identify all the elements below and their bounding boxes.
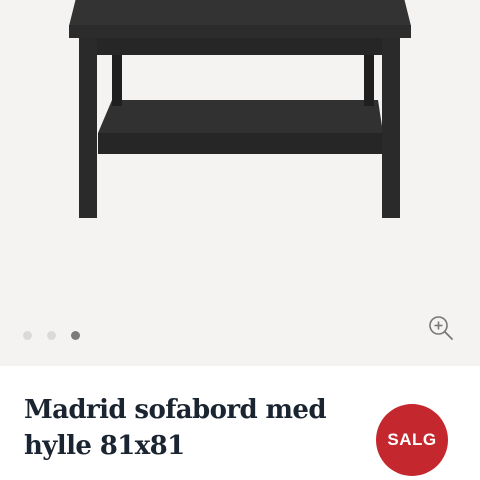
- table-front-leg-right: [382, 36, 400, 218]
- product-info: Madrid sofabord med hylle 81x81 SALG: [0, 366, 480, 480]
- table-shelf-top: [98, 100, 383, 133]
- table-apron: [97, 38, 382, 55]
- product-title: Madrid sofabord med hylle 81x81: [24, 395, 327, 461]
- carousel-dot[interactable]: [23, 330, 32, 340]
- table-top-surface: [69, 0, 411, 26]
- table-front-leg-left: [79, 36, 97, 218]
- carousel-dots: [23, 329, 80, 341]
- table-top-edge: [69, 25, 411, 38]
- product-image[interactable]: [0, 0, 480, 366]
- sale-badge: SALG: [376, 404, 448, 476]
- table-shelf-front: [98, 133, 383, 154]
- zoom-in-icon[interactable]: [427, 314, 455, 342]
- product-image-gallery[interactable]: [0, 0, 480, 366]
- carousel-dot[interactable]: [47, 330, 56, 340]
- table-back-leg-left: [112, 54, 122, 106]
- carousel-dot-active[interactable]: [71, 330, 80, 340]
- table-back-leg-right: [364, 54, 374, 106]
